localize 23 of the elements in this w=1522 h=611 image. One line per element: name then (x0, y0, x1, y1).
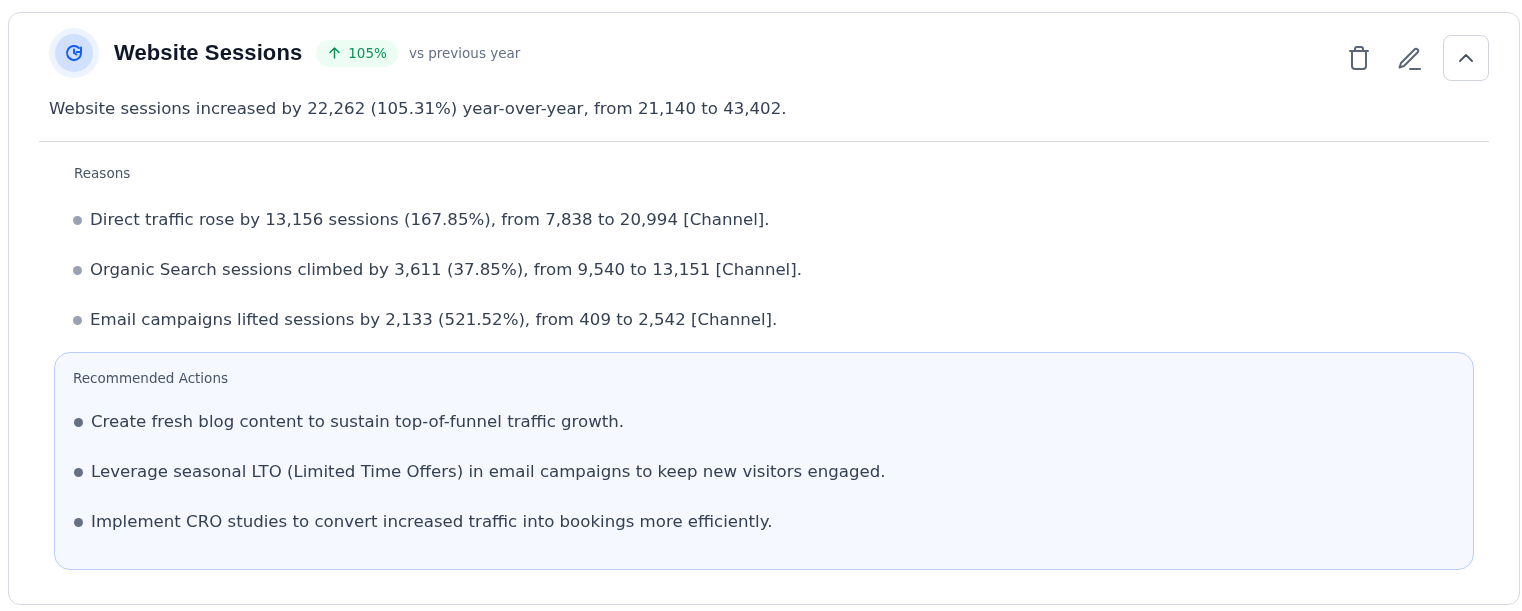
card-title: Website Sessions (114, 40, 303, 66)
section-label: Recommended Actions (73, 369, 229, 388)
reason-text: Direct traffic rose by 13,156 sessions (167.85%), from 7,838 to 20,994 [Channel]. (90, 209, 770, 231)
chevron-up-icon (1459, 54, 1473, 62)
reason-text: Organic Search sessions climbed by 3,611 (37.85%), from 9,540 to 13,151 [Channel]. (90, 259, 802, 281)
bullet-icon (74, 517, 83, 527)
comparison-label: vs previous year (408, 45, 521, 61)
bullet-icon (73, 215, 82, 225)
bullet-icon (73, 265, 82, 275)
pencil-icon (1397, 46, 1421, 70)
action-text: Implement CRO studies to convert increased traffic into bookings more efficiently. (91, 511, 773, 533)
clock-icon (49, 28, 99, 78)
bullet-icon (73, 315, 82, 325)
trash-icon (1348, 46, 1370, 70)
section-label: Reasons (74, 164, 132, 183)
action-text: Leverage seasonal LTO (Limited Time Offers) in email campaigns to keep new visitors engaged. (91, 461, 886, 483)
summary-text: Website sessions increased by 22,262 (105.31%) year-over-year, from 21,140 to 43,402. (49, 98, 788, 120)
action-text: Create fresh blog content to sustain top-of-funnel traffic growth. (91, 411, 625, 433)
change-value: 105% (348, 45, 387, 61)
bullet-icon (74, 417, 83, 427)
bullet-icon (74, 467, 83, 477)
arrow-up-icon (329, 47, 341, 59)
reason-text: Email campaigns lifted sessions by 2,133 (521.52%), from 409 to 2,542 [Channel]. (90, 309, 778, 331)
